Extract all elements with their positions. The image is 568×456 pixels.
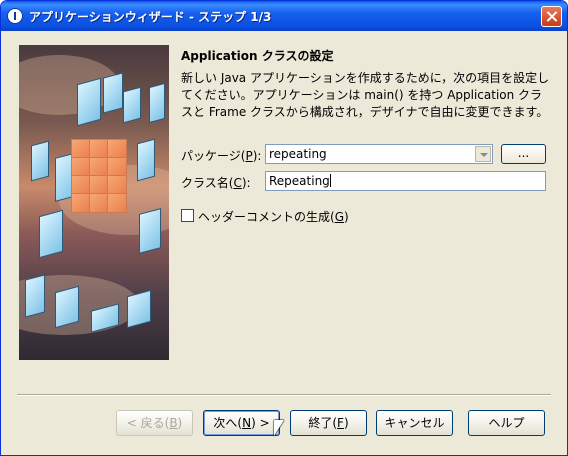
next-button[interactable]: 次へ(N) >	[203, 410, 280, 436]
section-heading: Application クラスの設定	[181, 49, 334, 63]
package-combobox[interactable]: repeating	[265, 144, 493, 164]
wizard-window: アプリケーションウィザード - ステップ 1/3 Application クラス…	[0, 0, 568, 456]
header-comment-label[interactable]: ヘッダーコメントの生成(G)	[198, 208, 349, 225]
package-value: repeating	[269, 147, 327, 161]
close-button[interactable]	[541, 6, 562, 27]
window-title: アプリケーションウィザード - ステップ 1/3	[29, 10, 272, 24]
finish-button[interactable]: 終了(F)	[290, 410, 367, 436]
class-name-input[interactable]: Repeating	[265, 171, 546, 191]
class-name-label: クラス名(C):	[181, 176, 251, 190]
help-button[interactable]: ヘルプ	[468, 410, 545, 436]
package-label: パッケージ(P):	[181, 149, 262, 163]
section-description: 新しい Java アプリケーションを作成するために，次の項目を設定してください。…	[181, 71, 550, 119]
header-comment-checkbox[interactable]	[181, 209, 194, 222]
java-app-icon	[7, 8, 23, 24]
back-button[interactable]: < 戻る(B)	[116, 410, 193, 436]
cancel-button[interactable]: キャンセル	[376, 410, 453, 436]
mouse-pointer-icon	[274, 420, 284, 436]
wizard-banner-image	[19, 45, 169, 360]
chevron-down-icon[interactable]	[475, 146, 491, 162]
browse-package-button[interactable]: ...	[501, 144, 546, 164]
button-separator	[17, 394, 551, 396]
title-bar[interactable]: アプリケーションウィザード - ステップ 1/3	[1, 1, 567, 31]
